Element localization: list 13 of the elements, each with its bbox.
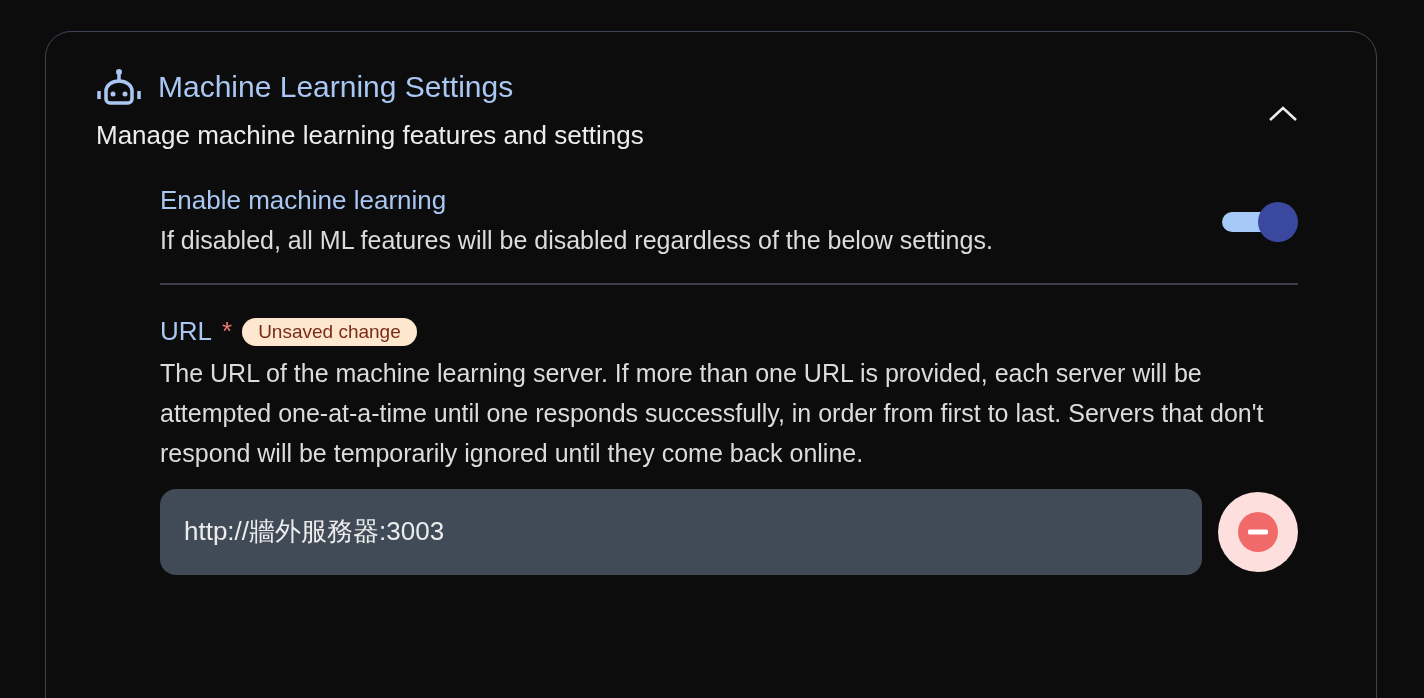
robot-icon: [96, 67, 142, 107]
required-mark: *: [222, 316, 233, 347]
url-field[interactable]: http://牆外服務器:3003: [160, 488, 1202, 575]
toggle-switch[interactable]: [1222, 201, 1298, 242]
section-subtitle: Manage machine learning features and settings: [96, 120, 644, 151]
setting-description: If disabled, all ML features will be disabled regardless of the below settings.: [160, 225, 993, 256]
setting-label: URL: [160, 316, 212, 347]
minus-circle-icon: [1238, 511, 1278, 552]
section-title: Machine Learning Settings: [158, 70, 514, 104]
chevron-icon[interactable]: [1268, 104, 1298, 123]
setting-description: The URL of the machine learning server. If more than one URL is provided, each server will be attempted one-at-a-time until one responds successfully, in order from first to last. Servers that don't respond will be temporarily ignored until they come back online.: [160, 357, 1265, 469]
unsaved-badge: Unsaved change: [242, 317, 417, 346]
setting-label: Enable machine learning: [160, 185, 448, 216]
